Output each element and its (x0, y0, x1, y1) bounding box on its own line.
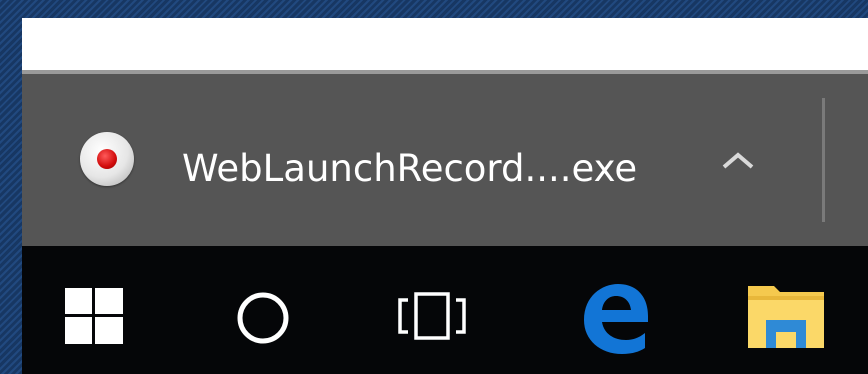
edge-button[interactable] (574, 276, 654, 356)
cortana-button[interactable] (232, 276, 294, 356)
folder-icon (748, 286, 824, 348)
edge-icon (584, 284, 648, 354)
shelf-divider (822, 98, 825, 222)
task-view-button[interactable] (392, 276, 472, 356)
browser-content-area (22, 18, 868, 74)
task-view-icon (398, 292, 466, 340)
record-icon (80, 132, 134, 186)
explorer-button[interactable] (744, 276, 828, 356)
record-dot (97, 149, 117, 169)
chevron-up-icon[interactable] (718, 147, 758, 173)
start-button[interactable] (63, 276, 125, 356)
download-file-name[interactable]: WebLaunchRecord....exe (182, 144, 637, 194)
circle-icon (237, 292, 289, 344)
windows-logo-icon (65, 288, 123, 344)
